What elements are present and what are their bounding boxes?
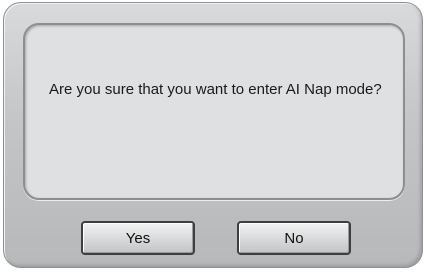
- message-panel: Are you sure that you want to enter AI N…: [23, 23, 405, 200]
- confirm-dialog: Are you sure that you want to enter AI N…: [3, 2, 423, 268]
- dialog-message: Are you sure that you want to enter AI N…: [49, 81, 382, 98]
- yes-button[interactable]: Yes: [81, 221, 195, 255]
- no-button[interactable]: No: [237, 221, 351, 255]
